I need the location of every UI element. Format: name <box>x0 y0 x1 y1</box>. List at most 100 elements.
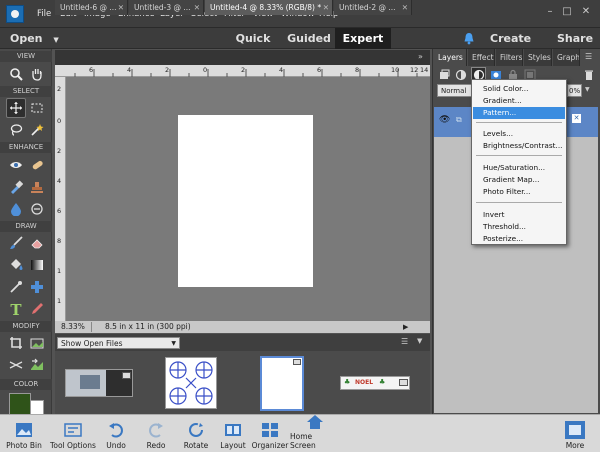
paint-bucket-tool-icon[interactable] <box>6 255 26 275</box>
bell-icon[interactable] <box>463 32 475 45</box>
pencil-tool-icon[interactable] <box>27 299 47 319</box>
ruler-tick-label: 10 <box>391 66 400 74</box>
content-aware-move-icon[interactable] <box>27 355 47 375</box>
mode-quick[interactable]: Quick <box>232 28 274 49</box>
menu-item-invert[interactable]: Invert <box>473 209 565 221</box>
menu-item-solid-color[interactable]: Solid Color... <box>473 83 565 95</box>
gradient-tool-icon[interactable] <box>27 255 47 275</box>
redo-button[interactable]: Redo <box>142 414 170 452</box>
tab-styles[interactable]: Styles <box>524 49 552 66</box>
menu-item-levels[interactable]: Levels... <box>473 128 565 140</box>
trash-icon[interactable] <box>582 68 595 81</box>
layout-button[interactable]: Layout <box>218 414 248 452</box>
menu-item-hue-saturation[interactable]: Hue/Saturation... <box>473 162 565 174</box>
close-tab-icon[interactable]: ✕ <box>402 0 408 15</box>
zoom-level[interactable]: 8.33% <box>61 321 85 333</box>
eraser-tool-icon[interactable] <box>27 233 47 253</box>
mode-bar: Open ▼ Quick Guided Expert Create ▼ Shar… <box>0 28 600 65</box>
visibility-eye-icon[interactable]: 👁 <box>439 115 450 125</box>
chevron-down-icon: ▼ <box>171 340 176 347</box>
tool-options-button[interactable]: Tool Options <box>48 414 98 452</box>
crop-tool-icon[interactable] <box>6 333 26 353</box>
menu-item-gradient[interactable]: Gradient... <box>473 95 565 107</box>
close-tab-icon[interactable]: ✕ <box>118 0 124 15</box>
blend-mode-select[interactable]: Normal <box>437 84 473 97</box>
recompose-tool-icon[interactable] <box>27 333 47 353</box>
status-bar: 8.33% 8.5 in x 11 in (300 ppi) ▶ <box>55 321 430 333</box>
link-icon[interactable]: ⧉ <box>456 115 462 125</box>
opacity-chevron-icon[interactable]: ▼ <box>585 86 590 93</box>
hand-tool-icon[interactable] <box>27 64 47 84</box>
foreground-color-swatch[interactable] <box>9 393 31 415</box>
tab-overflow-icon[interactable]: » <box>418 52 423 61</box>
panel-menu-icon[interactable]: ☰ <box>585 52 592 61</box>
toolbox-section-enhance: ENHANCE <box>0 142 52 153</box>
maximize-icon[interactable]: □ <box>561 6 573 18</box>
menu-file[interactable]: File <box>37 9 51 19</box>
doc-tab-untitled-3[interactable]: Untitled-3 @ ... ✕ <box>129 0 204 15</box>
brush-tool-icon[interactable] <box>6 233 26 253</box>
custom-shape-tool-icon[interactable] <box>27 277 47 297</box>
organizer-button[interactable]: Organizer <box>252 414 288 452</box>
tab-filters[interactable]: Filters <box>496 49 523 66</box>
create-button[interactable]: Create ▼ <box>490 28 542 65</box>
menu-item-photo-filter[interactable]: Photo Filter... <box>473 186 565 198</box>
thumbnail-text: NOEL <box>355 379 374 386</box>
status-menu-arrow-icon[interactable]: ▶ <box>403 321 408 333</box>
tab-graphics[interactable]: Graph <box>553 49 580 66</box>
lasso-tool-icon[interactable] <box>6 120 26 140</box>
menu-item-gradient-map[interactable]: Gradient Map... <box>473 174 565 186</box>
photo-bin-button[interactable]: Photo Bin <box>4 414 44 452</box>
new-layer-icon[interactable] <box>437 68 450 81</box>
menu-item-posterize[interactable]: Posterize... <box>473 233 565 245</box>
magic-wand-tool-icon[interactable] <box>27 120 47 140</box>
doc-tab-untitled-4[interactable]: Untitled-4 @ 8.33% (RGB/8) * ✕ <box>205 0 333 15</box>
bin-thumbnail[interactable] <box>165 357 217 409</box>
doc-tab-untitled-2[interactable]: Untitled-2 @ ... ✕ <box>334 0 412 15</box>
organizer-label: Organizer <box>251 441 289 450</box>
photo-bin-source-select[interactable]: Show Open Files ▼ <box>57 337 180 349</box>
more-button[interactable]: More <box>560 414 590 452</box>
close-tab-icon[interactable]: ✕ <box>194 0 200 15</box>
close-window-icon[interactable]: ✕ <box>580 6 592 18</box>
smart-brush-tool-icon[interactable] <box>6 177 26 197</box>
home-screen-button[interactable]: Home Screen <box>290 414 340 452</box>
minimize-icon[interactable]: – <box>544 6 556 18</box>
bin-menu-icon[interactable]: ☰ <box>401 337 408 346</box>
undo-label: Undo <box>106 441 126 450</box>
tab-effects[interactable]: Effect <box>468 49 495 66</box>
collapse-bin-icon[interactable]: ▼ <box>417 337 422 345</box>
move-tool-icon[interactable] <box>6 98 26 118</box>
doc-tab-untitled-6[interactable]: Untitled-6 @ ... ✕ <box>55 0 128 15</box>
menu-item-threshold[interactable]: Threshold... <box>473 221 565 233</box>
clone-stamp-tool-icon[interactable] <box>27 177 47 197</box>
undo-button[interactable]: Undo <box>102 414 130 452</box>
straighten-tool-icon[interactable] <box>6 355 26 375</box>
share-button[interactable]: Share <box>555 28 595 49</box>
opacity-field[interactable]: 0% <box>567 84 582 97</box>
menu-separator <box>476 202 562 203</box>
blur-tool-icon[interactable] <box>6 199 26 219</box>
type-tool-icon[interactable]: T <box>6 299 26 319</box>
eyedropper-tool-icon[interactable] <box>6 277 26 297</box>
tab-layers[interactable]: Layers <box>434 49 467 66</box>
eye-tool-icon[interactable] <box>6 155 26 175</box>
marquee-tool-icon[interactable] <box>27 98 47 118</box>
open-button[interactable]: Open ▼ <box>10 28 65 49</box>
bin-thumbnail[interactable]: ♣ NOEL ♣ <box>340 376 410 390</box>
document-canvas[interactable] <box>178 115 313 287</box>
thumbnail-image <box>80 375 100 389</box>
rotate-button[interactable]: Rotate <box>180 414 212 452</box>
bin-thumbnail-selected[interactable] <box>260 356 304 411</box>
ruler-tick-label: 2 <box>57 147 62 155</box>
mode-guided[interactable]: Guided <box>285 28 333 49</box>
mode-expert[interactable]: Expert <box>335 28 391 49</box>
spot-healing-tool-icon[interactable] <box>27 155 47 175</box>
sponge-tool-icon[interactable] <box>27 199 47 219</box>
menu-item-brightness-contrast[interactable]: Brightness/Contrast... <box>473 140 565 152</box>
menu-item-pattern[interactable]: Pattern... <box>473 107 565 119</box>
new-group-icon[interactable] <box>454 68 467 81</box>
bin-thumbnail[interactable] <box>65 369 133 397</box>
close-tab-icon[interactable]: ✕ <box>323 0 329 15</box>
zoom-tool-icon[interactable] <box>6 64 26 84</box>
